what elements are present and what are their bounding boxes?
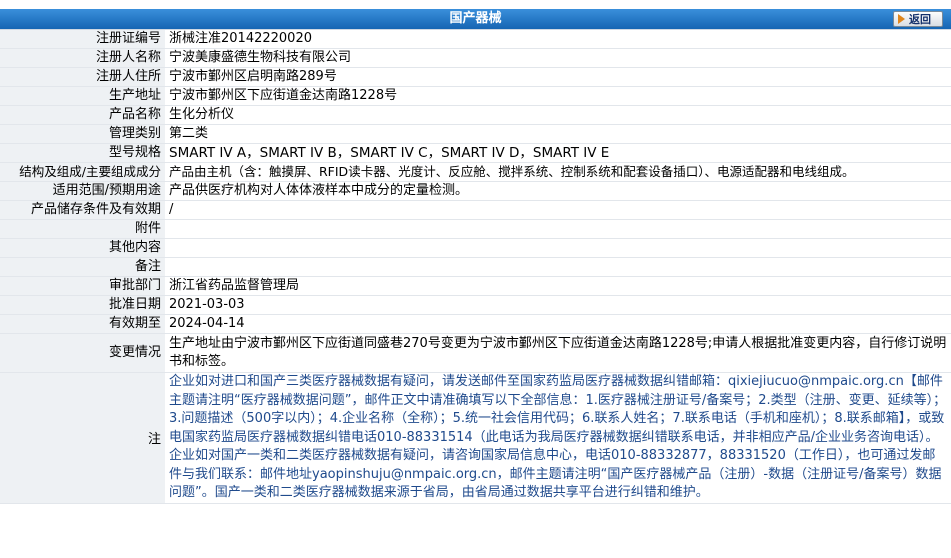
- field-value: [165, 219, 951, 239]
- table-row: 注册证编号 浙械注准20142220020: [0, 30, 951, 49]
- field-value: 产品供医疗机构对人体体液样本中成分的定量检测。: [165, 181, 951, 201]
- table-row: 产品储存条件及有效期 /: [0, 200, 951, 220]
- field-value: 2021-03-03: [165, 295, 951, 315]
- table-row: 备注: [0, 257, 951, 277]
- field-value: 第二类: [165, 124, 951, 144]
- table-row: 适用范围/预期用途 产品供医疗机构对人体体液样本中成分的定量检测。: [0, 181, 951, 201]
- table-row: 管理类别 第二类: [0, 124, 951, 144]
- field-label: 生产地址: [0, 86, 165, 106]
- back-arrow-icon: [898, 14, 905, 24]
- field-label: 变更情况: [0, 333, 165, 373]
- device-detail-page: 国产器械 返回 注册证编号 浙械注准20142220020 注册人名称 宁波美康…: [0, 0, 951, 558]
- field-label: 注册人住所: [0, 67, 165, 87]
- table-row: 审批部门 浙江省药品监督管理局: [0, 276, 951, 296]
- page-title: 国产器械: [449, 11, 502, 26]
- field-label: 产品名称: [0, 105, 165, 125]
- field-value: SMART IV A，SMART IV B，SMART IV C，SMART I…: [165, 143, 951, 163]
- field-value: 产品由主机（含：触摸屏、RFID读卡器、光度计、反应舱、搅拌系统、控制系统和配套…: [165, 162, 951, 182]
- table-row: 批准日期 2021-03-03: [0, 295, 951, 315]
- field-value: 生化分析仪: [165, 105, 951, 125]
- table-row: 结构及组成/主要组成成分 产品由主机（含：触摸屏、RFID读卡器、光度计、反应舱…: [0, 162, 951, 182]
- field-label: 注册人名称: [0, 48, 165, 68]
- detail-table: 注册证编号 浙械注准20142220020 注册人名称 宁波美康盛德生物科技有限…: [0, 30, 951, 504]
- header: 国产器械 返回: [0, 0, 951, 30]
- field-label: 备注: [0, 257, 165, 277]
- field-label: 有效期至: [0, 314, 165, 334]
- table-row: 变更情况 生产地址由宁波市鄞州区下应街道同盛巷270号变更为宁波市鄞州区下应街道…: [0, 333, 951, 373]
- field-label: 管理类别: [0, 124, 165, 144]
- back-button-label: 返回: [909, 13, 931, 26]
- back-button[interactable]: 返回: [893, 11, 943, 27]
- field-label: 审批部门: [0, 276, 165, 296]
- note-label: 注: [0, 372, 165, 504]
- field-value: 宁波美康盛德生物科技有限公司: [165, 48, 951, 68]
- table-row: 注册人名称 宁波美康盛德生物科技有限公司: [0, 48, 951, 68]
- field-value: 浙械注准20142220020: [165, 30, 951, 49]
- field-label: 适用范围/预期用途: [0, 181, 165, 201]
- field-value: [165, 257, 951, 277]
- field-value: /: [165, 200, 951, 220]
- field-label: 其他内容: [0, 238, 165, 258]
- table-row: 产品名称 生化分析仪: [0, 105, 951, 125]
- field-label: 注册证编号: [0, 30, 165, 49]
- field-value: 宁波市鄞州区启明南路289号: [165, 67, 951, 87]
- table-row: 附件: [0, 219, 951, 239]
- field-value: 浙江省药品监督管理局: [165, 276, 951, 296]
- field-value: 生产地址由宁波市鄞州区下应街道同盛巷270号变更为宁波市鄞州区下应街道金达南路1…: [165, 333, 951, 373]
- table-row: 有效期至 2024-04-14: [0, 314, 951, 334]
- field-label: 结构及组成/主要组成成分: [0, 162, 165, 182]
- note-row: 注 企业如对进口和国产三类医疗器械数据有疑问，请发送邮件至国家药监局医疗器械数据…: [0, 372, 951, 504]
- field-label: 附件: [0, 219, 165, 239]
- note-text: 企业如对进口和国产三类医疗器械数据有疑问，请发送邮件至国家药监局医疗器械数据纠错…: [165, 372, 951, 504]
- field-value: [165, 238, 951, 258]
- field-label: 型号规格: [0, 143, 165, 163]
- field-value: 宁波市鄞州区下应街道金达南路1228号: [165, 86, 951, 106]
- field-value: 2024-04-14: [165, 314, 951, 334]
- field-label: 批准日期: [0, 295, 165, 315]
- table-row: 其他内容: [0, 238, 951, 258]
- field-label: 产品储存条件及有效期: [0, 200, 165, 220]
- table-row: 注册人住所 宁波市鄞州区启明南路289号: [0, 67, 951, 87]
- table-row: 生产地址 宁波市鄞州区下应街道金达南路1228号: [0, 86, 951, 106]
- table-row: 型号规格 SMART IV A，SMART IV B，SMART IV C，SM…: [0, 143, 951, 163]
